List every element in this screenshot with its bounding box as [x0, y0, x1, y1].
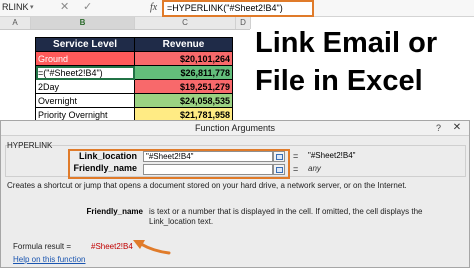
link-location-label: Link_location [78, 151, 137, 161]
revenue-cell[interactable]: $26,811,778 [134, 65, 233, 80]
link-location-input[interactable]: "#Sheet2!B4" [143, 151, 273, 162]
function-name: HYPERLINK [7, 141, 53, 150]
link-location-value: "#Sheet2!B4" [308, 151, 356, 160]
parameter-name: Friendly_name [86, 207, 143, 216]
revenue-cell[interactable]: $24,058,535 [134, 93, 233, 108]
insert-function-icon[interactable]: fx [150, 0, 157, 15]
formula-bar: RLINK ▾ ✕ ✓ fx =HYPERLINK("#Sheet2!B4") [0, 0, 474, 17]
enter-icon[interactable]: ✓ [83, 0, 92, 15]
name-box[interactable]: RLINK [0, 1, 30, 14]
formula-result-value: #Sheet2!B4 [91, 242, 133, 251]
dialog-title: Function Arguments [194, 123, 276, 133]
orange-arrow-icon [133, 240, 171, 255]
service-level-cell[interactable]: =("#Sheet2!B4") [35, 65, 135, 80]
table-header-row: Service Level Revenue [35, 37, 233, 52]
formula-input[interactable]: =HYPERLINK("#Sheet2!B4") [162, 0, 314, 17]
friendly-name-value: any [308, 164, 321, 173]
help-icon[interactable]: ? [436, 121, 441, 135]
table-row: 2Day $19,251,279 [35, 79, 233, 94]
service-level-cell[interactable]: 2Day [35, 79, 135, 94]
table-body: Ground $20,101,264 =("#Sheet2!B4") $26,811,… [35, 51, 233, 122]
function-arguments-dialog: Function Arguments ? ✕ HYPERLINK Link_lo… [0, 120, 470, 268]
parameter-description: is text or a number that is displayed in… [149, 207, 423, 226]
column-header-row: A B C D [0, 17, 251, 30]
table-row: Ground $20,101,264 [35, 51, 233, 66]
name-box-dropdown-icon[interactable]: ▾ [30, 1, 34, 14]
equals-sign: = [293, 164, 299, 174]
dialog-titlebar[interactable]: Function Arguments ? ✕ [1, 121, 469, 136]
column-header-b[interactable]: B [31, 17, 135, 29]
range-select-icon[interactable] [273, 164, 285, 175]
revenue-table: Service Level Revenue Ground $20,101,264 =… [35, 37, 233, 122]
friendly-name-label: Friendly_name [73, 163, 137, 173]
revenue-cell[interactable]: $20,101,264 [134, 51, 233, 66]
service-level-cell[interactable]: Ground [35, 51, 135, 66]
revenue-cell[interactable]: $19,251,279 [134, 79, 233, 94]
thumbnail-title: Link Email or File in Excel [255, 27, 438, 97]
header-revenue[interactable]: Revenue [134, 37, 233, 52]
table-row: =("#Sheet2!B4") $26,811,778 [35, 65, 233, 80]
friendly-name-input[interactable] [143, 164, 273, 175]
equals-sign: = [293, 151, 299, 161]
range-select-icon[interactable] [273, 151, 285, 162]
column-header-d[interactable]: D [236, 17, 251, 29]
table-row: Overnight $24,058,535 [35, 93, 233, 108]
column-header-a[interactable]: A [0, 17, 31, 29]
function-description: Creates a shortcut or jump that opens a … [7, 181, 407, 190]
header-service-level[interactable]: Service Level [35, 37, 135, 52]
help-on-function-link[interactable]: Help on this function [13, 255, 86, 265]
formula-result-label: Formula result = [13, 242, 72, 251]
service-level-cell[interactable]: Overnight [35, 93, 135, 108]
column-header-c[interactable]: C [135, 17, 236, 29]
close-button[interactable]: ✕ [448, 121, 466, 135]
cancel-icon[interactable]: ✕ [60, 0, 69, 15]
